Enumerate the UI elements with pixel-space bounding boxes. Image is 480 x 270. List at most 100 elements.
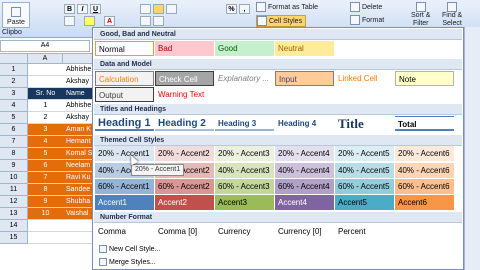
cell-style-swatch[interactable]: 20% - Accent3 — [215, 146, 274, 161]
cell-a[interactable] — [28, 220, 63, 232]
cell-b[interactable]: Akshay — [63, 76, 95, 88]
comma-style-button[interactable]: , — [239, 4, 250, 14]
cell-a[interactable]: 6 — [28, 160, 63, 172]
row-header[interactable]: 8 — [0, 148, 28, 160]
cell-style-swatch[interactable]: 20% - Accent2 — [155, 146, 214, 161]
row-header[interactable]: 7 — [0, 136, 28, 148]
cell-style-swatch[interactable]: 20% - Accent1 — [95, 146, 154, 161]
row-header[interactable]: 10 — [0, 172, 28, 184]
cell-a[interactable]: 10 — [28, 208, 63, 220]
cell-b[interactable]: Sandee — [63, 184, 95, 196]
row-header[interactable]: 9 — [0, 160, 28, 172]
row-header[interactable]: 3 — [0, 88, 28, 100]
align-right-button[interactable] — [166, 4, 177, 14]
row-header[interactable]: 13 — [0, 208, 28, 220]
cell-style-swatch[interactable]: Linked Cell — [335, 71, 394, 86]
outdent-button[interactable] — [153, 16, 164, 26]
cell-style-swatch[interactable]: 60% - Accent1 — [95, 179, 154, 194]
number-format-style[interactable]: Currency — [215, 224, 274, 239]
cell-style-swatch[interactable]: Warning Text — [155, 87, 214, 102]
row-header[interactable]: 4 — [0, 100, 28, 112]
align-left-button[interactable] — [140, 4, 151, 14]
cell-style-swatch[interactable]: Title — [335, 116, 394, 131]
format-button[interactable]: Format — [350, 15, 384, 27]
cell-b[interactable]: Hemant — [63, 136, 95, 148]
cell-style-swatch[interactable]: 60% - Accent2 — [155, 179, 214, 194]
row-header[interactable]: 2 — [0, 76, 28, 88]
cell-style-swatch[interactable]: Accent5 — [335, 195, 394, 210]
cell-b[interactable]: Ravi Ku — [63, 172, 95, 184]
cell-b[interactable]: Akshay — [63, 112, 95, 124]
cell-a[interactable] — [28, 232, 63, 244]
cell-style-swatch[interactable]: 60% - Accent3 — [215, 179, 274, 194]
cell-style-swatch[interactable]: Good — [215, 41, 274, 56]
cell-a[interactable]: 4 — [28, 136, 63, 148]
cell-a[interactable]: 8 — [28, 184, 63, 196]
align-center-button[interactable] — [153, 4, 164, 14]
italic-button[interactable]: I — [77, 4, 88, 14]
cell-a[interactable]: 9 — [28, 196, 63, 208]
row-header[interactable]: 11 — [0, 184, 28, 196]
cell-style-swatch[interactable]: 40% - Accent4 — [275, 163, 334, 178]
cell-style-swatch[interactable]: 40% - Accent3 — [215, 163, 274, 178]
fill-color-button[interactable] — [84, 16, 95, 26]
cell-b[interactable] — [63, 220, 95, 232]
font-color-button[interactable]: A — [104, 16, 115, 26]
cell-style-swatch[interactable]: Input — [275, 71, 334, 86]
vertical-scrollbar[interactable] — [464, 27, 480, 270]
cell-b[interactable]: Aman K — [63, 124, 95, 136]
cell-style-swatch[interactable]: Accent1 — [95, 195, 154, 210]
cell-b[interactable]: Abhishe — [63, 100, 95, 112]
cell-style-swatch[interactable]: Accent6 — [395, 195, 454, 210]
cell-a[interactable]: 7 — [28, 172, 63, 184]
row-header[interactable]: 14 — [0, 220, 28, 232]
borders-button[interactable] — [64, 16, 75, 26]
cell-a[interactable]: 1 — [28, 100, 63, 112]
cell-style-swatch[interactable]: Accent3 — [215, 195, 274, 210]
cell-a[interactable] — [28, 64, 63, 76]
cell-style-swatch[interactable]: Explanatory ... — [215, 71, 274, 86]
cell-style-swatch[interactable]: Heading 4 — [275, 116, 334, 131]
cell-style-swatch[interactable]: 40% - Accent6 — [395, 163, 454, 178]
cell-b[interactable]: Komal S — [63, 148, 95, 160]
cell-style-swatch[interactable]: 20% - Accent4 — [275, 146, 334, 161]
cell-b[interactable]: Abhishe — [63, 64, 95, 76]
select-all-corner[interactable] — [0, 54, 28, 64]
sort-filter-button[interactable]: Sort & Filter — [411, 2, 430, 28]
cell-a[interactable]: 3 — [28, 124, 63, 136]
merge-styles-item[interactable]: Merge Styles... — [99, 257, 156, 268]
number-format-style[interactable]: Currency [0] — [275, 224, 334, 239]
name-box[interactable]: A4 — [0, 40, 90, 52]
cell-style-swatch[interactable]: Heading 3 — [215, 116, 274, 131]
column-header-a[interactable]: A — [28, 54, 63, 64]
cell-style-swatch[interactable]: Accent2 — [155, 195, 214, 210]
cell-style-swatch[interactable]: Calculation — [95, 71, 154, 86]
number-format-style[interactable]: Comma [0] — [155, 224, 214, 239]
cell-style-swatch[interactable]: Bad — [155, 41, 214, 56]
format-as-table-button[interactable]: Format as Table — [256, 2, 318, 14]
cell-style-swatch[interactable]: Heading 1 — [95, 116, 154, 131]
cell-style-swatch[interactable]: Output — [95, 87, 154, 102]
cell-style-swatch[interactable]: 40% - Accent5 — [335, 163, 394, 178]
cell-style-swatch[interactable]: 60% - Accent5 — [335, 179, 394, 194]
percent-style-button[interactable]: % — [226, 4, 237, 14]
cell-style-swatch[interactable]: 20% - Accent6 — [395, 146, 454, 161]
row-header[interactable]: 5 — [0, 112, 28, 124]
cell-b[interactable]: Neelam — [63, 160, 95, 172]
cell-b[interactable] — [63, 232, 95, 244]
column-header-b[interactable] — [63, 54, 95, 64]
cell-b[interactable]: Vaishal — [63, 208, 95, 220]
cell-b[interactable]: Shubha — [63, 196, 95, 208]
number-format-style[interactable]: Comma — [95, 224, 154, 239]
number-format-style[interactable]: Percent — [335, 224, 394, 239]
cell-style-swatch[interactable]: Accent4 — [275, 195, 334, 210]
row-header[interactable]: 12 — [0, 196, 28, 208]
cell-a[interactable]: 2 — [28, 112, 63, 124]
cell-styles-button[interactable]: Cell Styles — [256, 15, 307, 27]
cell-style-swatch[interactable]: Note — [395, 71, 454, 86]
cell-b[interactable]: Name — [63, 88, 95, 100]
indent-button[interactable] — [140, 16, 151, 26]
underline-button[interactable]: U — [90, 4, 101, 14]
cell-style-swatch[interactable]: Total — [395, 116, 454, 131]
cell-style-swatch[interactable]: 60% - Accent4 — [275, 179, 334, 194]
